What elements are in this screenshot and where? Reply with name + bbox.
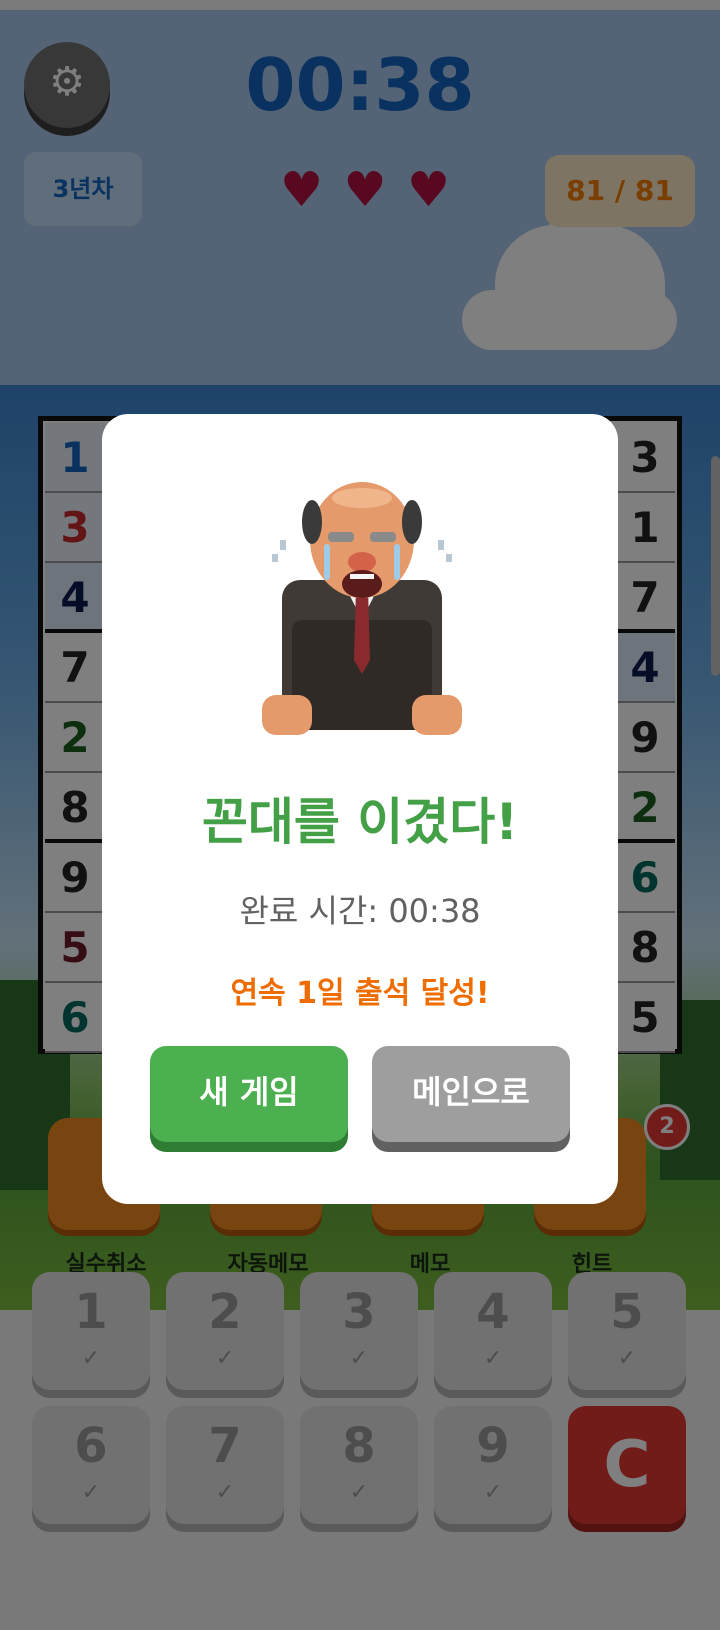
main-menu-button[interactable]: 메인으로 bbox=[372, 1046, 570, 1142]
dialog-title: 꼰대를 이겼다! bbox=[201, 793, 519, 851]
streak-message: 연속 1일 출석 달성! bbox=[230, 976, 490, 1011]
new-game-button[interactable]: 새 게임 bbox=[150, 1046, 348, 1142]
crying-old-man-illustration bbox=[262, 482, 462, 735]
completion-time: 완료 시간: 00:38 bbox=[239, 892, 481, 930]
